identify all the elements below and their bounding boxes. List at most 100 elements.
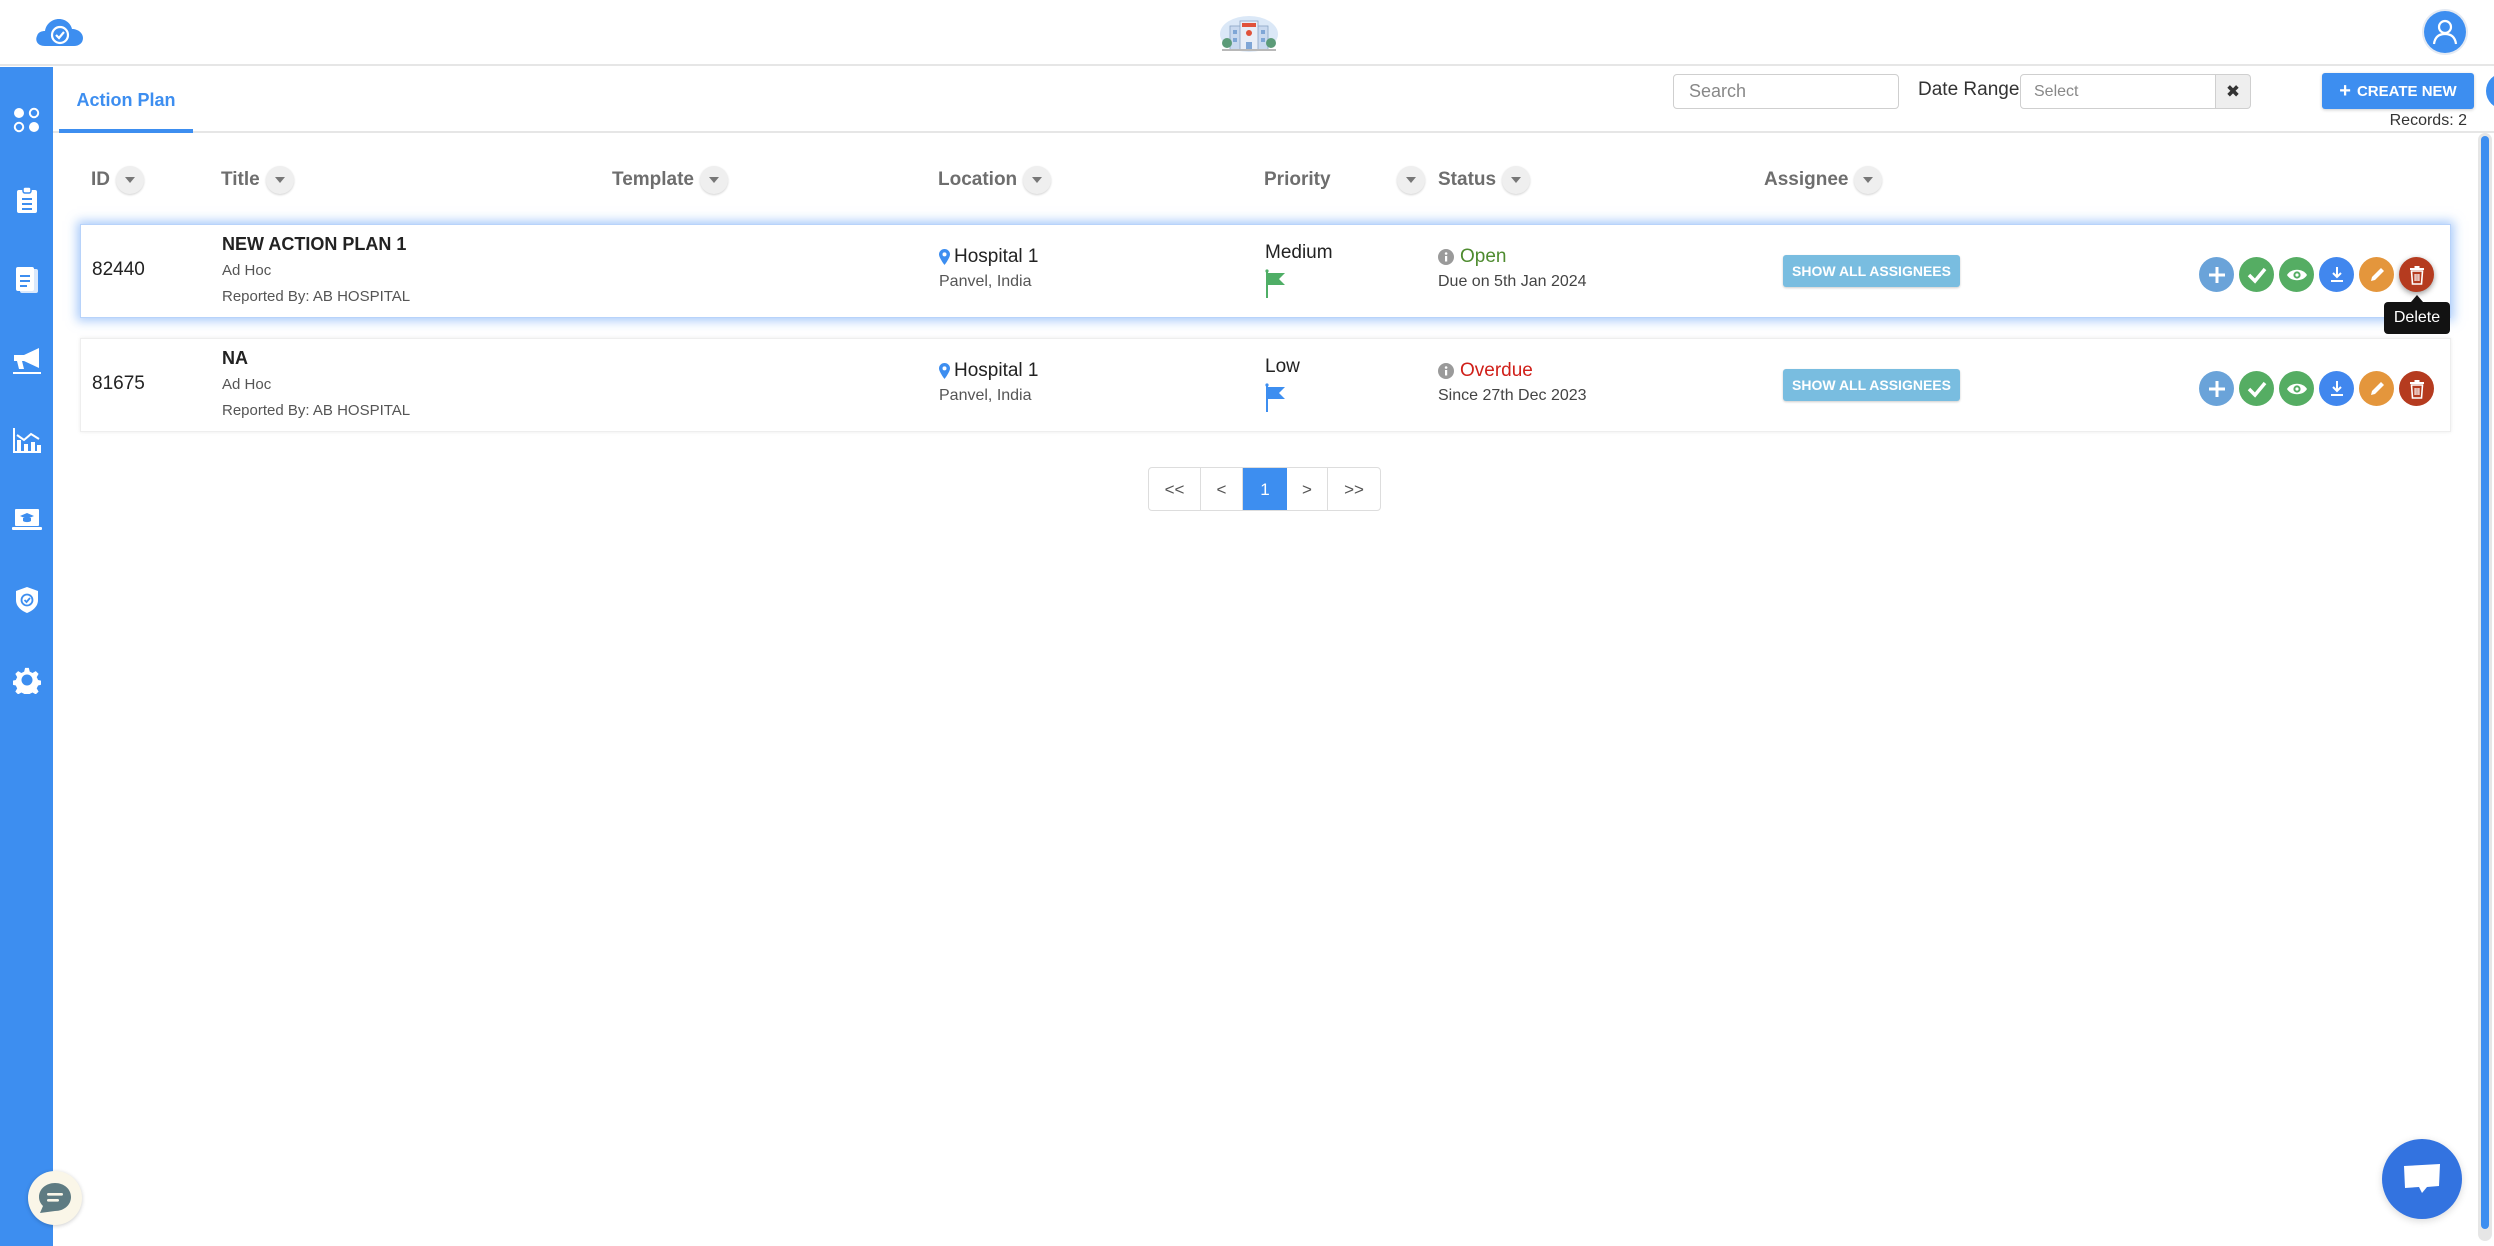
row-status-date: Due on 5th Jan 2024 (1438, 273, 1587, 290)
column-label: Title (221, 169, 260, 190)
row-status: Open (1438, 246, 1506, 268)
show-all-assignees-button[interactable]: SHOW ALL ASSIGNEES (1783, 369, 1960, 401)
top-header (0, 0, 2494, 66)
search-input[interactable] (1673, 74, 1899, 109)
add-button[interactable] (2199, 257, 2234, 292)
sidebar-item-documents[interactable] (0, 255, 53, 305)
plus-icon (2208, 380, 2225, 397)
eye-icon (2286, 269, 2307, 280)
row-title[interactable]: NEW ACTION PLAN 1 (222, 234, 406, 255)
user-avatar[interactable] (2424, 11, 2466, 53)
training-laptop-icon (11, 509, 42, 530)
table-row[interactable]: 81675 NA Ad Hoc Reported By: AB HOSPITAL… (80, 338, 2451, 432)
download-button[interactable] (2319, 257, 2354, 292)
dashboard-dots-icon (13, 107, 39, 133)
row-location-sub: Panvel, India (939, 387, 1032, 404)
analytics-chart-icon (12, 428, 41, 453)
close-icon: ✖ (2225, 81, 2241, 101)
sidebar-item-dashboard[interactable] (0, 95, 53, 145)
sort-dropdown-icon[interactable] (116, 166, 144, 194)
sort-dropdown-icon[interactable] (700, 166, 729, 194)
sidebar-item-compliance[interactable] (0, 575, 53, 625)
tab-action-plan[interactable]: Action Plan (59, 67, 193, 133)
status-text: Open (1460, 246, 1507, 267)
row-title[interactable]: NA (222, 348, 248, 369)
view-button[interactable] (2279, 371, 2314, 406)
delete-button[interactable] (2399, 257, 2434, 292)
map-pin-icon (939, 363, 950, 379)
scrollbar-thumb[interactable] (2481, 136, 2489, 1229)
sort-dropdown-icon[interactable] (1854, 166, 1883, 194)
sidebar-item-settings[interactable] (0, 655, 53, 705)
view-button[interactable] (2279, 257, 2314, 292)
clear-date-button[interactable]: ✖ (2216, 74, 2251, 109)
info-icon (1438, 249, 1454, 265)
cloud-check-icon[interactable] (33, 16, 85, 48)
megaphone-icon (12, 348, 41, 374)
location-name: Hospital 1 (954, 246, 1039, 267)
tab-label: Action Plan (76, 89, 176, 110)
column-header-status: Status (1438, 166, 1531, 194)
trash-icon (2409, 265, 2424, 285)
next-page-button[interactable]: > (1287, 468, 1328, 510)
eye-icon (2286, 383, 2307, 394)
complete-button[interactable] (2239, 371, 2274, 406)
sidebar-item-training[interactable] (0, 495, 53, 545)
sort-dropdown-icon[interactable] (1023, 166, 1052, 194)
download-button[interactable] (2319, 371, 2354, 406)
sidebar-item-announcements[interactable] (0, 335, 53, 385)
table-row[interactable]: 82440 NEW ACTION PLAN 1 Ad Hoc Reported … (80, 224, 2451, 318)
row-location: Hospital 1 (939, 246, 1039, 268)
row-type: Ad Hoc (222, 376, 272, 393)
column-label: Location (938, 169, 1018, 190)
column-header-id: ID (91, 166, 144, 194)
clipboard-icon (16, 186, 37, 213)
sort-dropdown-icon[interactable] (1502, 166, 1531, 194)
location-name: Hospital 1 (954, 360, 1039, 381)
last-page-button[interactable]: >> (1328, 468, 1380, 510)
sidebar-item-analytics[interactable] (0, 415, 53, 465)
date-range-select[interactable]: Select (2020, 74, 2216, 109)
row-type: Ad Hoc (222, 262, 272, 279)
column-header-assignee: Assignee (1764, 166, 1883, 194)
row-id: 82440 (92, 259, 145, 280)
delete-tooltip: Delete (2384, 295, 2450, 334)
status-text: Overdue (1460, 360, 1533, 381)
priority-flag-icon (1265, 383, 1287, 418)
first-page-button[interactable]: << (1149, 468, 1201, 510)
toolbar: Action Plan Date Range Select ✖ + CREATE… (53, 67, 2494, 133)
chat-lines-icon (39, 1183, 71, 1213)
row-location: Hospital 1 (939, 360, 1039, 382)
show-all-assignees-button[interactable]: SHOW ALL ASSIGNEES (1783, 255, 1960, 287)
live-chat-button[interactable] (2382, 1139, 2462, 1219)
plus-icon (2208, 266, 2225, 283)
row-reported-by: Reported By: AB HOSPITAL (222, 402, 411, 419)
pencil-icon (2370, 381, 2384, 395)
sidebar (0, 67, 53, 1246)
sidebar-item-clipboard[interactable] (0, 175, 53, 225)
export-download-button[interactable] (2486, 73, 2494, 109)
user-icon (2432, 19, 2458, 45)
sort-dropdown-icon[interactable] (265, 166, 294, 194)
add-button[interactable] (2199, 371, 2234, 406)
check-icon (2247, 381, 2266, 398)
support-chat-button[interactable] (28, 1171, 82, 1225)
date-range-placeholder: Select (2034, 82, 2079, 100)
current-page-button[interactable]: 1 (1243, 468, 1287, 510)
column-header-location: Location (938, 166, 1052, 194)
delete-button[interactable] (2399, 371, 2434, 406)
prev-page-button[interactable]: < (1201, 468, 1243, 510)
pagination: << < 1 > >> (1148, 467, 1381, 511)
row-actions (2199, 371, 2434, 406)
edit-button[interactable] (2359, 257, 2394, 292)
check-icon (2247, 267, 2266, 284)
complete-button[interactable] (2239, 257, 2274, 292)
row-id: 81675 (92, 373, 145, 394)
column-header-priority: Priority (1264, 166, 1425, 194)
sort-dropdown-icon[interactable] (1396, 166, 1425, 194)
create-new-button[interactable]: + CREATE NEW (2322, 73, 2474, 109)
vertical-scrollbar[interactable] (2478, 133, 2492, 1241)
download-icon (2330, 380, 2343, 396)
column-label: Priority (1264, 169, 1331, 190)
edit-button[interactable] (2359, 371, 2394, 406)
